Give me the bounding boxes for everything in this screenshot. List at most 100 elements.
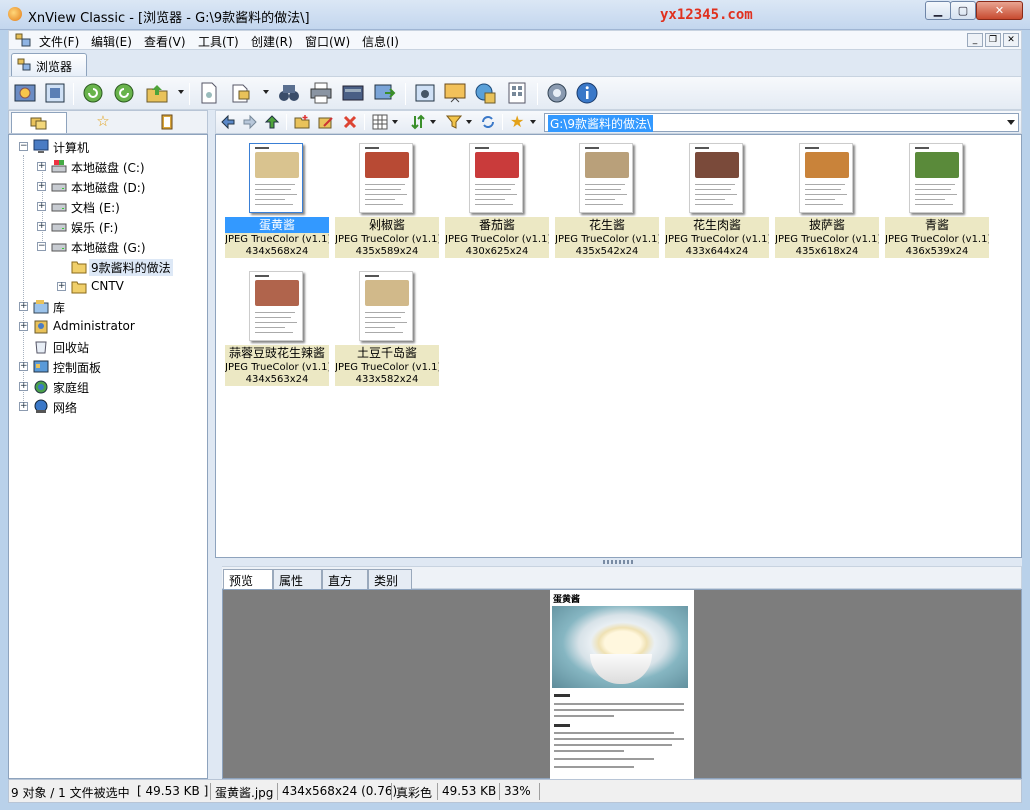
slideshow-icon[interactable] — [443, 81, 467, 105]
tree-node-administrator[interactable]: + Administrator — [19, 318, 199, 336]
fit-view-icon[interactable] — [43, 81, 67, 105]
thumbnail-image[interactable] — [249, 271, 303, 341]
tree-node-homegroup[interactable]: + 家庭组 — [19, 378, 199, 396]
mdi-restore-button[interactable]: ❐ — [985, 33, 1001, 47]
refresh-icon[interactable] — [81, 81, 105, 105]
sort-dropdown[interactable] — [430, 120, 436, 124]
tab-folders[interactable] — [11, 112, 67, 133]
thumbnail-item[interactable]: 花生酱 JPEG TrueColor (v1.1) 435x542x24 — [555, 135, 659, 258]
tree-node-library[interactable]: + 库 — [19, 298, 199, 316]
tree-node-folder-sauces[interactable]: 9款酱料的做法 — [57, 258, 207, 276]
web-page-icon[interactable] — [473, 81, 497, 105]
menu-create[interactable]: 创建(R) — [251, 33, 293, 50]
settings-icon[interactable] — [545, 81, 569, 105]
back-arrow-icon[interactable] — [220, 114, 236, 130]
splitter-grip[interactable] — [603, 560, 633, 564]
menu-window[interactable]: 窗口(W) — [305, 33, 350, 50]
tree-node-drive-f[interactable]: + 娱乐 (F:) — [37, 218, 207, 236]
path-text[interactable]: G:\9款酱料的做法\ — [548, 115, 654, 132]
capture-icon[interactable] — [413, 81, 437, 105]
tree-node-drive-c[interactable]: + 本地磁盘 (C:) — [37, 158, 207, 176]
collapse-handle[interactable] — [215, 566, 222, 779]
rename-icon[interactable] — [318, 114, 334, 130]
path-dropdown-arrow-icon[interactable] — [1007, 120, 1015, 125]
new-file-icon[interactable] — [197, 81, 221, 105]
parent-folder-dropdown[interactable] — [178, 90, 184, 94]
collapse-icon[interactable]: − — [19, 142, 28, 151]
expand-icon[interactable]: + — [37, 182, 46, 191]
expand-icon[interactable]: + — [19, 362, 28, 371]
thumbnail-item[interactable]: 剁椒酱 JPEG TrueColor (v1.1) 435x589x24 — [335, 135, 439, 258]
tab-histogram[interactable]: 直方图 — [322, 569, 368, 605]
parent-folder-icon[interactable] — [145, 81, 169, 105]
favorites-star-icon[interactable]: ★ — [510, 114, 526, 130]
expand-icon[interactable]: + — [19, 322, 28, 331]
thumbnail-item[interactable]: 披萨酱 JPEG TrueColor (v1.1) 435x618x24 — [775, 135, 879, 258]
find-icon[interactable] — [277, 81, 301, 105]
thumbnail-item[interactable]: 花生肉酱 JPEG TrueColor (v1.1) 433x644x24 — [665, 135, 769, 258]
menu-view[interactable]: 查看(V) — [144, 33, 186, 50]
horizontal-splitter[interactable] — [215, 558, 1022, 566]
thumbnail-image[interactable] — [799, 143, 853, 213]
thumbnail-image[interactable] — [579, 143, 633, 213]
print-icon[interactable] — [309, 81, 333, 105]
export-icon[interactable] — [373, 81, 397, 105]
scanner-icon[interactable] — [341, 81, 365, 105]
menu-tools[interactable]: 工具(T) — [198, 33, 239, 50]
expand-icon[interactable]: + — [37, 162, 46, 171]
thumbnail-image[interactable] — [359, 271, 413, 341]
collapse-icon[interactable]: − — [37, 242, 46, 251]
thumbnail-image[interactable] — [359, 143, 413, 213]
tree-node-computer[interactable]: − 计算机 — [19, 138, 199, 156]
thumbnail-image[interactable] — [689, 143, 743, 213]
path-combobox[interactable]: G:\9款酱料的做法\ — [544, 113, 1019, 132]
expand-icon[interactable]: + — [57, 282, 66, 291]
mdi-minimize-button[interactable]: _ — [967, 33, 983, 47]
expand-icon[interactable]: + — [19, 382, 28, 391]
new-folder-icon[interactable] — [294, 114, 310, 130]
tree-node-recycle-bin[interactable]: 回收站 — [19, 338, 199, 356]
mdi-close-button[interactable]: ✕ — [1003, 33, 1019, 47]
expand-icon[interactable]: + — [19, 302, 28, 311]
close-button[interactable]: ✕ — [976, 1, 1023, 20]
open-file-icon[interactable] — [229, 81, 253, 105]
sort-icon[interactable] — [410, 114, 426, 130]
tab-browser[interactable]: 浏览器 — [11, 53, 87, 76]
fullscreen-view-icon[interactable] — [13, 81, 37, 105]
menu-file[interactable]: 文件(F) — [39, 33, 79, 50]
tab-properties[interactable]: 属性 — [273, 569, 322, 589]
tab-preview[interactable]: 预览 — [223, 569, 273, 589]
tree-node-control-panel[interactable]: + 控制面板 — [19, 358, 199, 376]
delete-icon[interactable] — [342, 114, 358, 130]
view-mode-icon[interactable] — [372, 114, 388, 130]
tree-node-folder-cntv[interactable]: + CNTV — [57, 278, 207, 296]
thumbnail-image[interactable] — [909, 143, 963, 213]
menu-edit[interactable]: 编辑(E) — [91, 33, 132, 50]
open-file-dropdown[interactable] — [263, 90, 269, 94]
thumbnail-item[interactable]: 土豆千岛酱 JPEG TrueColor (v1.1) 433x582x24 — [335, 263, 439, 386]
tree-node-drive-g[interactable]: − 本地磁盘 (G:) — [37, 238, 207, 256]
thumbnail-item[interactable]: 青酱 JPEG TrueColor (v1.1) 436x539x24 — [885, 135, 989, 258]
thumbnail-item[interactable]: 蛋黄酱 JPEG TrueColor (v1.1) 434x568x24 — [225, 135, 329, 258]
tab-favorites[interactable]: ☆ — [75, 112, 131, 133]
view-mode-dropdown[interactable] — [392, 120, 398, 124]
thumbnail-item[interactable]: 番茄酱 JPEG TrueColor (v1.1) 430x625x24 — [445, 135, 549, 258]
about-icon[interactable] — [575, 81, 599, 105]
tree-node-drive-d[interactable]: + 本地磁盘 (D:) — [37, 178, 207, 196]
filter-dropdown[interactable] — [466, 120, 472, 124]
tab-categories[interactable] — [139, 112, 195, 133]
forward-arrow-icon[interactable] — [242, 114, 258, 130]
sync-icon[interactable] — [480, 114, 496, 130]
expand-icon[interactable]: + — [37, 202, 46, 211]
vertical-splitter[interactable] — [208, 110, 215, 779]
tree-node-network[interactable]: + 网络 — [19, 398, 199, 416]
expand-icon[interactable]: + — [37, 222, 46, 231]
thumbnail-image[interactable] — [249, 143, 303, 213]
expand-icon[interactable]: + — [19, 402, 28, 411]
tab-categories-info[interactable]: 类别 — [368, 569, 412, 589]
up-arrow-icon[interactable] — [264, 114, 280, 130]
contact-sheet-icon[interactable] — [505, 81, 529, 105]
minimize-button[interactable]: ▁ — [925, 1, 951, 20]
maximize-button[interactable]: ▢ — [950, 1, 976, 20]
thumbnail-image[interactable] — [469, 143, 523, 213]
